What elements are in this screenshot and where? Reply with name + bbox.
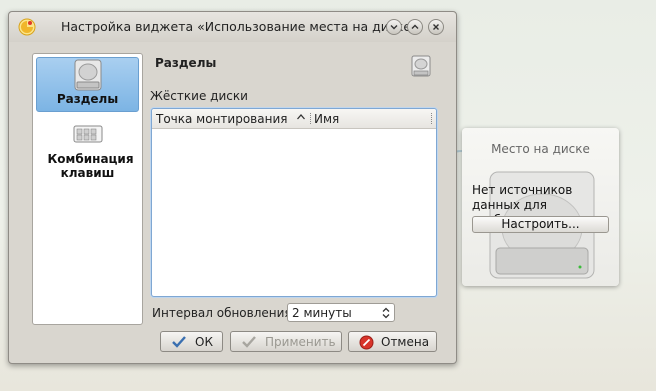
update-interval-spinbox[interactable]: 2 минуты	[287, 303, 395, 322]
sidebar-item-shortcuts[interactable]: Комбинация клавиш	[36, 118, 139, 188]
hard-drive-icon	[74, 59, 101, 91]
sort-ascending-icon	[297, 114, 305, 120]
column-separator[interactable]	[431, 113, 433, 124]
spin-arrows-icon[interactable]	[381, 306, 391, 320]
config-dialog: Настройка виджета «Использование места н…	[8, 11, 457, 364]
column-header-mount-point[interactable]: Точка монтирования	[156, 112, 287, 126]
hard-disks-label: Жёсткие диски	[150, 89, 248, 103]
disks-list[interactable]: Точка монтирования Имя	[151, 108, 437, 297]
keyboard-icon	[73, 125, 102, 143]
close-button[interactable]	[428, 19, 444, 35]
ok-button-label: ОК	[195, 335, 213, 349]
sidebar-item-partitions[interactable]: Разделы	[36, 57, 139, 112]
apply-button-label: Применить	[265, 335, 336, 349]
column-separator[interactable]	[310, 113, 312, 124]
sidebar-item-label: Разделы	[56, 92, 119, 106]
apply-button[interactable]: Применить	[230, 331, 342, 352]
update-interval-value: 2 минуты	[292, 306, 352, 320]
cancel-icon	[359, 335, 374, 350]
close-icon	[433, 24, 439, 30]
sidebar-item-label: Комбинация клавиш	[47, 152, 134, 180]
chevron-up-icon	[411, 24, 419, 29]
hard-drive-icon	[411, 55, 431, 77]
disk-usage-widget: Место на диске Нет источников данных для…	[462, 128, 619, 286]
cancel-button[interactable]: Отмена	[348, 331, 437, 352]
cancel-button-label: Отмена	[381, 335, 430, 349]
page-sidebar: Разделы Комбинация клавиш	[32, 53, 143, 325]
ok-button[interactable]: ОК	[160, 331, 223, 352]
checkmark-icon	[242, 336, 256, 348]
configure-button[interactable]: Настроить...	[472, 216, 609, 233]
widget-title: Место на диске	[491, 142, 590, 156]
minimize-button[interactable]	[386, 19, 402, 35]
app-icon	[18, 18, 36, 36]
window-title: Настройка виджета «Использование места н…	[61, 19, 419, 34]
column-header-name[interactable]: Имя	[314, 112, 339, 126]
list-header: Точка монтирования Имя	[152, 109, 436, 129]
page-title: Разделы	[155, 56, 217, 70]
maximize-button[interactable]	[407, 19, 423, 35]
checkmark-icon	[172, 336, 186, 348]
update-interval-label: Интервал обновления:	[152, 306, 296, 320]
title-bar[interactable]: Настройка виджета «Использование места н…	[9, 12, 456, 42]
chevron-down-icon	[390, 25, 398, 30]
